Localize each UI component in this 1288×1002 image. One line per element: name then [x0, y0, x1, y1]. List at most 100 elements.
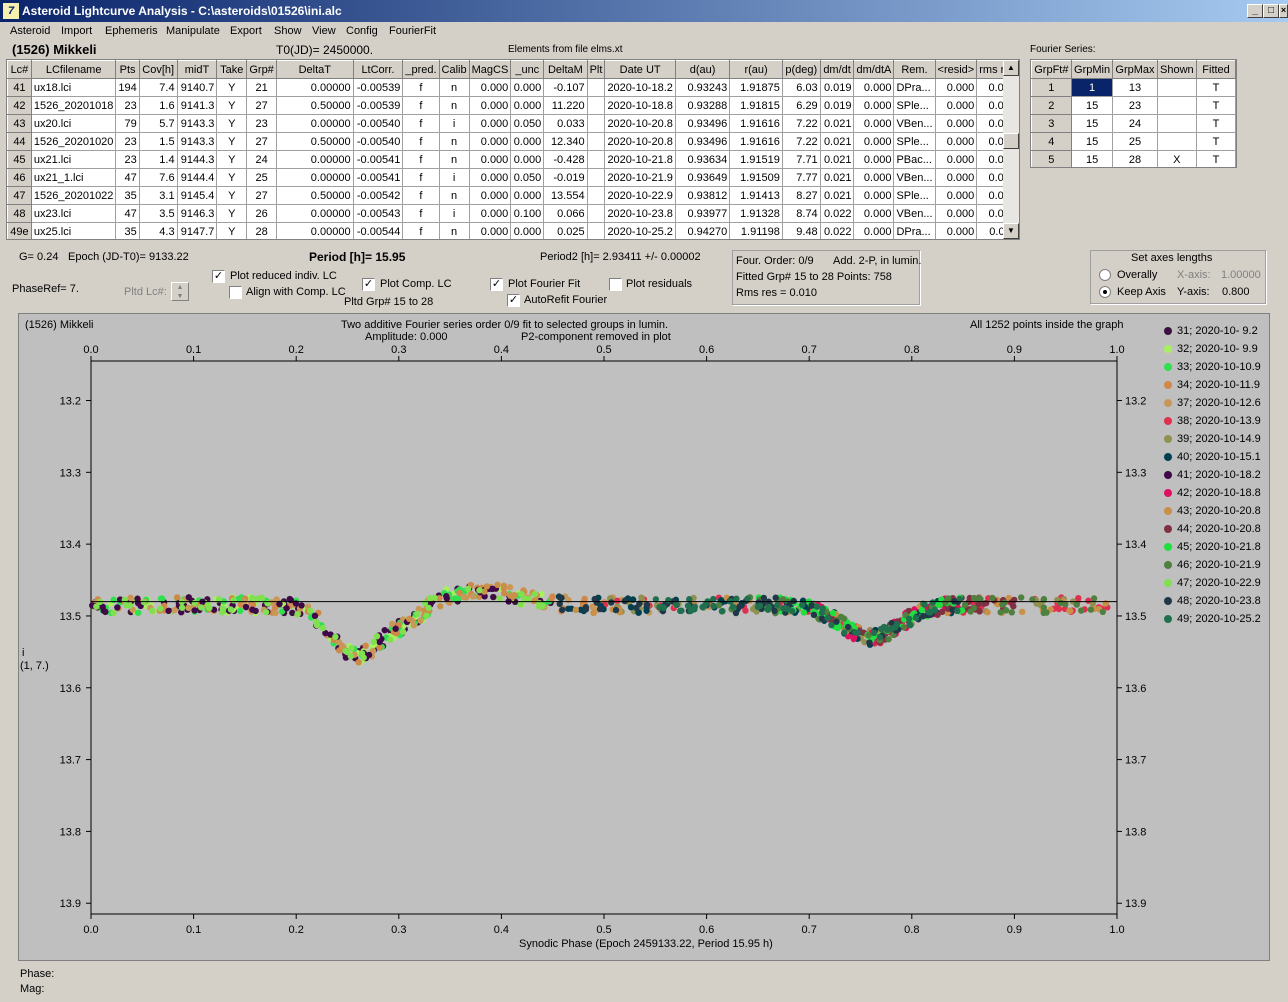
data-point — [559, 606, 566, 614]
data-point — [760, 594, 768, 602]
y-tick-label-right: 13.6 — [1125, 683, 1146, 695]
legend-marker-icon — [1164, 525, 1172, 534]
legend-label: 32; 2020-10- 9.9 — [1177, 343, 1258, 355]
y-tick-label-left: 13.6 — [60, 683, 81, 695]
legend-label: 41; 2020-10-18.2 — [1177, 469, 1261, 481]
data-point — [608, 599, 615, 606]
data-point — [818, 615, 826, 622]
data-point — [496, 595, 503, 602]
data-point — [307, 607, 314, 614]
plot-area[interactable] — [90, 360, 1118, 915]
data-point — [114, 604, 121, 611]
legend-marker-icon — [1164, 399, 1172, 408]
data-point — [929, 599, 937, 606]
legend-item: 37; 2020-10-12.6 — [1164, 397, 1261, 409]
data-point — [840, 615, 848, 622]
data-point — [165, 607, 172, 615]
data-point — [344, 648, 351, 656]
legend-label: 46; 2020-10-21.9 — [1177, 559, 1261, 571]
data-point — [376, 644, 383, 651]
data-point — [294, 611, 301, 618]
legend-label: 40; 2020-10-15.1 — [1177, 451, 1261, 463]
data-point — [945, 595, 952, 602]
data-point — [824, 614, 831, 622]
data-point — [687, 607, 694, 615]
y-tick-label-right: 13.8 — [1125, 826, 1146, 838]
legend-marker-icon — [1164, 543, 1172, 552]
data-point — [638, 594, 645, 601]
data-point — [206, 604, 213, 612]
legend-label: 49; 2020-10-25.2 — [1177, 613, 1261, 625]
data-point — [984, 609, 991, 616]
data-point — [754, 603, 762, 611]
y-tick-label-right: 13.2 — [1125, 396, 1146, 408]
data-point — [1102, 600, 1109, 607]
x-tick-label-bottom: 0.2 — [289, 924, 304, 936]
data-point — [157, 595, 165, 602]
x-tick-label-bottom: 0.8 — [904, 924, 919, 936]
data-point — [237, 607, 244, 615]
data-point — [490, 593, 497, 601]
data-point — [828, 621, 835, 629]
data-point — [790, 597, 797, 605]
legend-marker-icon — [1164, 453, 1172, 462]
legend-item: 34; 2020-10-11.9 — [1164, 379, 1260, 391]
data-point — [799, 601, 806, 609]
y-tick-label-right: 13.5 — [1125, 611, 1146, 623]
x-tick-label-bottom: 0.1 — [186, 924, 201, 936]
data-point — [362, 642, 369, 649]
legend-label: 42; 2020-10-18.8 — [1177, 487, 1261, 499]
data-point — [1073, 601, 1080, 608]
data-point — [961, 601, 969, 609]
data-point — [332, 633, 339, 641]
data-point — [936, 601, 943, 609]
data-point — [110, 609, 117, 617]
legend-label: 48; 2020-10-23.8 — [1177, 595, 1261, 607]
data-point — [283, 605, 290, 612]
data-point — [1066, 607, 1073, 614]
data-point — [970, 594, 978, 602]
data-point — [134, 609, 142, 616]
data-point — [876, 633, 884, 641]
data-point — [565, 596, 572, 604]
data-point — [900, 624, 907, 631]
x-tick-label-bottom: 0.4 — [494, 924, 509, 936]
legend-marker-icon — [1164, 579, 1172, 588]
legend-marker-icon — [1164, 507, 1172, 516]
data-point — [140, 598, 148, 606]
data-point — [149, 607, 156, 615]
data-point — [854, 629, 861, 636]
legend-label: 39; 2020-10-14.9 — [1177, 433, 1261, 445]
y-tick-label-left: 13.8 — [60, 826, 81, 838]
x-tick-label-top: 1.0 — [1109, 344, 1124, 356]
data-point — [590, 609, 597, 617]
chart-corner-left: (1526) Mikkeli — [25, 319, 94, 331]
legend-item: 49; 2020-10-25.2 — [1164, 613, 1261, 625]
data-point — [1087, 606, 1095, 613]
lightcurve-chart[interactable]: 0.0 0.0 0.1 0.1 0.2 0.2 0.3 0.3 0.4 0.4 0.5 0.5 0.6 0… — [0, 0, 1288, 1002]
y-tick-label-left: 13.9 — [60, 898, 81, 910]
data-point — [865, 632, 872, 639]
data-point — [582, 604, 590, 611]
data-point — [313, 621, 321, 629]
y-tick-label-right: 13.4 — [1125, 539, 1146, 551]
data-point — [373, 633, 381, 640]
data-point — [1008, 599, 1015, 606]
legend-item: 48; 2020-10-23.8 — [1164, 595, 1261, 607]
x-tick-label-top: 0.6 — [699, 344, 714, 356]
data-point — [355, 659, 362, 666]
data-point — [319, 624, 327, 632]
data-point — [460, 593, 467, 601]
x-axis-title: Synodic Phase (Epoch 2459133.22, Period … — [519, 938, 773, 950]
x-tick-label-bottom: 0.7 — [802, 924, 817, 936]
data-point — [844, 623, 852, 631]
y-axis-title: i — [22, 647, 25, 659]
data-point — [517, 601, 524, 608]
legend-item: 43; 2020-10-20.8 — [1164, 505, 1261, 517]
legend-item: 42; 2020-10-18.8 — [1164, 487, 1261, 499]
legend-label: 44; 2020-10-20.8 — [1177, 523, 1261, 535]
y-tick-label-left: 13.4 — [60, 539, 81, 551]
data-point — [178, 604, 186, 611]
legend-marker-icon — [1164, 597, 1172, 606]
data-point — [1017, 594, 1025, 601]
